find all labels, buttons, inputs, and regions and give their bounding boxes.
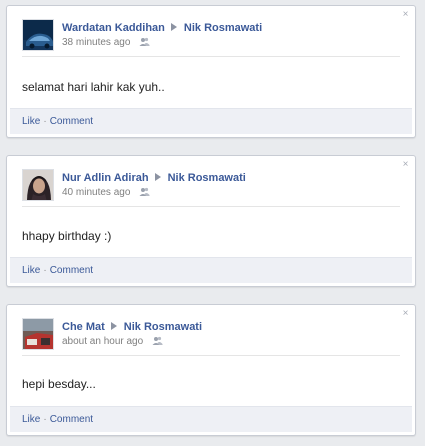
post-timestamp-row: 40 minutes ago bbox=[62, 187, 400, 199]
post-meta: Che Mat Nik Rosmawati about an hour ago bbox=[62, 320, 400, 348]
post-meta: Wardatan Kaddihan Nik Rosmawati 38 minute… bbox=[62, 21, 400, 49]
timestamp-link[interactable]: 38 minutes ago bbox=[62, 37, 130, 48]
post-message: selamat hari lahir kak yuh.. bbox=[22, 80, 165, 94]
post-header: Wardatan Kaddihan Nik Rosmawati 38 minute… bbox=[22, 19, 400, 55]
post-names: Nur Adlin Adirah Nik Rosmawati bbox=[62, 171, 400, 185]
timestamp-link[interactable]: 40 minutes ago bbox=[62, 187, 130, 198]
arrow-right-icon bbox=[110, 322, 117, 330]
wall-post: × Wardatan Kaddihan Nik Rosmawati 38 minu… bbox=[6, 5, 416, 138]
author-name-link[interactable]: Wardatan Kaddihan bbox=[62, 22, 165, 34]
post-header: Nur Adlin Adirah Nik Rosmawati 40 minutes… bbox=[22, 169, 400, 205]
like-link[interactable]: Like bbox=[22, 265, 40, 276]
post-message: hepi besday... bbox=[22, 377, 96, 391]
recipient-name-link[interactable]: Nik Rosmawati bbox=[124, 321, 202, 333]
author-name-link[interactable]: Nur Adlin Adirah bbox=[62, 172, 149, 184]
separator-dot: · bbox=[43, 116, 47, 127]
separator-dot: · bbox=[43, 265, 47, 276]
post-actions-bar: Like · Comment bbox=[10, 406, 412, 432]
recipient-name-link[interactable]: Nik Rosmawati bbox=[184, 22, 262, 34]
friends-icon[interactable] bbox=[152, 336, 163, 346]
friends-icon[interactable] bbox=[139, 37, 150, 47]
post-actions-bar: Like · Comment bbox=[10, 108, 412, 134]
friends-icon[interactable] bbox=[139, 187, 150, 197]
header-divider bbox=[22, 206, 400, 207]
comment-link[interactable]: Comment bbox=[50, 265, 93, 276]
close-icon[interactable]: × bbox=[401, 309, 410, 319]
post-names: Wardatan Kaddihan Nik Rosmawati bbox=[62, 21, 400, 35]
post-header: Che Mat Nik Rosmawati about an hour ago bbox=[22, 318, 400, 354]
post-actions-bar: Like · Comment bbox=[10, 257, 412, 283]
arrow-right-icon bbox=[154, 173, 161, 181]
post-timestamp-row: about an hour ago bbox=[62, 336, 400, 348]
comment-link[interactable]: Comment bbox=[50, 116, 93, 127]
news-feed: × Wardatan Kaddihan Nik Rosmawati 38 minu… bbox=[0, 0, 425, 446]
wall-post: × Nur Adlin Adirah Nik Rosmawati 40 minut… bbox=[6, 155, 416, 287]
timestamp-link[interactable]: about an hour ago bbox=[62, 336, 143, 347]
avatar[interactable] bbox=[22, 318, 54, 350]
like-link[interactable]: Like bbox=[22, 414, 40, 425]
close-icon[interactable]: × bbox=[401, 160, 410, 170]
arrow-right-icon bbox=[170, 23, 177, 31]
close-icon[interactable]: × bbox=[401, 10, 410, 20]
avatar[interactable] bbox=[22, 169, 54, 201]
avatar[interactable] bbox=[22, 19, 54, 51]
author-name-link[interactable]: Che Mat bbox=[62, 321, 105, 333]
comment-link[interactable]: Comment bbox=[50, 414, 93, 425]
header-divider bbox=[22, 56, 400, 57]
like-link[interactable]: Like bbox=[22, 116, 40, 127]
post-timestamp-row: 38 minutes ago bbox=[62, 37, 400, 49]
wall-post: × Che Mat Nik Rosmawati about an hour ago bbox=[6, 304, 416, 436]
post-meta: Nur Adlin Adirah Nik Rosmawati 40 minutes… bbox=[62, 171, 400, 199]
separator-dot: · bbox=[43, 414, 47, 425]
recipient-name-link[interactable]: Nik Rosmawati bbox=[168, 172, 246, 184]
post-message: hhapy birthday :) bbox=[22, 229, 112, 243]
post-names: Che Mat Nik Rosmawati bbox=[62, 320, 400, 334]
header-divider bbox=[22, 355, 400, 356]
